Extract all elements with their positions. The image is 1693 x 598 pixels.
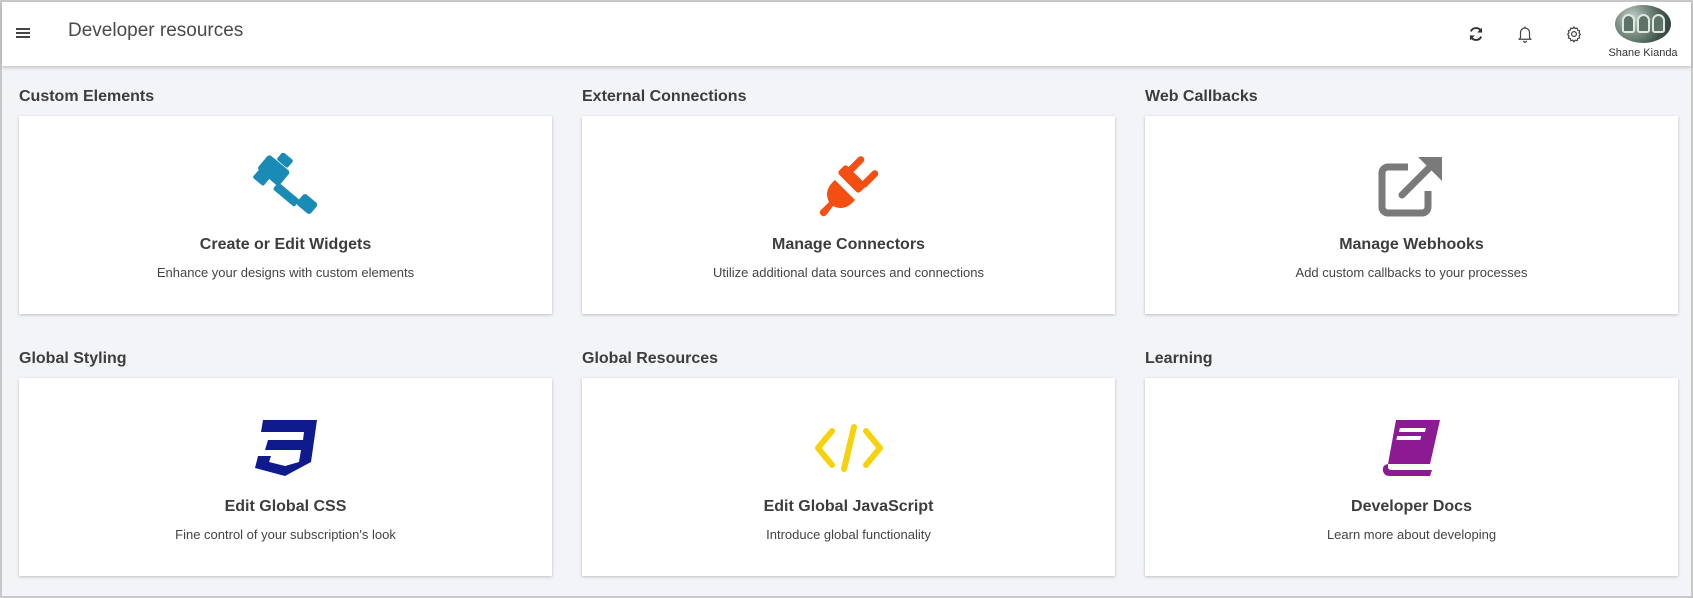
external-link-icon: [1376, 150, 1448, 222]
section-heading: Custom Elements: [19, 88, 155, 105]
page-title: Developer resources: [68, 20, 244, 41]
hamburger-icon[interactable]: [12, 22, 34, 44]
top-bar: Developer resources Shane Kianda: [2, 2, 1691, 66]
book-icon: [1376, 412, 1448, 484]
section-global-resources: Global Resources Edit Global JavaScript …: [582, 346, 1115, 576]
plug-icon: [813, 150, 885, 222]
section-learning: Learning Developer Docs Learn more about…: [1145, 346, 1678, 576]
section-external-connections: External Connections Manage Connectors U…: [582, 84, 1115, 314]
avatar[interactable]: [1615, 5, 1671, 43]
user-name: Shane Kianda: [1608, 47, 1678, 59]
card-create-edit-widgets[interactable]: Create or Edit Widgets Enhance your desi…: [19, 116, 552, 314]
card-description: Utilize additional data sources and conn…: [712, 265, 984, 280]
app-window: Developer resources Shane Kianda Custom …: [0, 0, 1693, 598]
gear-icon[interactable]: [1562, 22, 1586, 46]
css3-icon: [250, 412, 322, 484]
card-description: Enhance your designs with custom element…: [156, 265, 415, 280]
section-global-styling: Global Styling Edit Global CSS Fine cont…: [19, 346, 552, 576]
resources-grid: Custom Elements Create or Edit Widgets E…: [2, 66, 1691, 596]
card-manage-connectors[interactable]: Manage Connectors Utilize additional dat…: [582, 116, 1115, 314]
card-title: Developer Docs: [1351, 498, 1472, 515]
section-heading: Web Callbacks: [1145, 88, 1258, 105]
card-developer-docs[interactable]: Developer Docs Learn more about developi…: [1145, 378, 1678, 576]
user-profile[interactable]: Shane Kianda: [1598, 5, 1688, 63]
card-description: Add custom callbacks to your processes: [1295, 265, 1528, 280]
card-edit-global-css[interactable]: Edit Global CSS Fine control of your sub…: [19, 378, 552, 576]
card-description: Introduce global functionality: [766, 527, 931, 542]
card-title: Edit Global JavaScript: [763, 498, 934, 515]
section-heading: External Connections: [582, 88, 747, 105]
card-title: Create or Edit Widgets: [199, 236, 372, 253]
card-title: Manage Connectors: [772, 236, 925, 253]
bell-icon[interactable]: [1513, 22, 1537, 46]
card-edit-global-javascript[interactable]: Edit Global JavaScript Introduce global …: [582, 378, 1115, 576]
section-heading: Global Styling: [19, 350, 127, 367]
card-description: Fine control of your subscription's look: [175, 527, 396, 542]
section-web-callbacks: Web Callbacks Manage Webhooks Add custom…: [1145, 84, 1678, 314]
card-description: Learn more about developing: [1326, 527, 1497, 542]
refresh-icon[interactable]: [1464, 22, 1488, 46]
gavel-icon: [250, 150, 322, 222]
code-icon: [813, 412, 885, 484]
card-title: Manage Webhooks: [1339, 236, 1484, 253]
section-heading: Global Resources: [582, 350, 719, 367]
section-custom-elements: Custom Elements Create or Edit Widgets E…: [19, 84, 552, 314]
card-manage-webhooks[interactable]: Manage Webhooks Add custom callbacks to …: [1145, 116, 1678, 314]
card-title: Edit Global CSS: [224, 498, 347, 515]
section-heading: Learning: [1145, 350, 1213, 367]
